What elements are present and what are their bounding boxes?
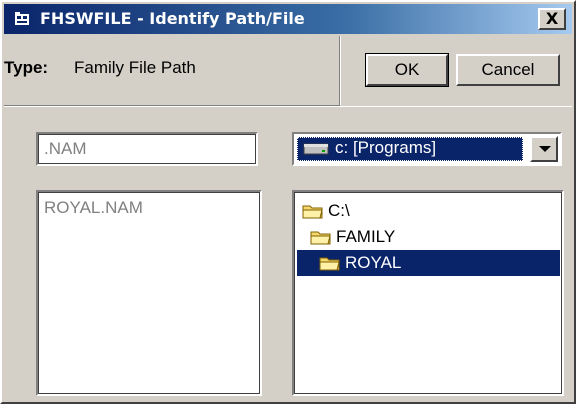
type-value: Family File Path	[74, 58, 196, 77]
file-list-item[interactable]: ROYAL.NAM	[44, 198, 143, 218]
header-row: Type: Family File Path OK Cancel	[4, 36, 572, 106]
identify-path-dialog: FHSWFILE - Identify Path/File X Type: Fa…	[0, 0, 576, 404]
cancel-button[interactable]: Cancel	[456, 54, 560, 86]
directory-item-family[interactable]: FAMILY	[308, 224, 428, 250]
file-list[interactable]: ROYAL.NAM	[36, 190, 262, 396]
window-title: FHSWFILE - Identify Path/File	[40, 9, 305, 28]
app-icon	[15, 12, 29, 25]
directory-label: C:\	[328, 201, 350, 220]
open-folder-icon	[319, 257, 340, 271]
type-label: Type:	[4, 58, 49, 77]
drive-selected-value[interactable]: c: [Programs]	[297, 137, 523, 161]
drive-dropdown-button[interactable]	[530, 136, 558, 162]
close-icon: X	[545, 9, 559, 28]
close-button[interactable]: X	[538, 8, 566, 30]
title-bar[interactable]: FHSWFILE - Identify Path/File X	[4, 4, 572, 34]
drive-label: c: [Programs]	[335, 138, 437, 157]
directory-label: ROYAL	[345, 253, 402, 272]
file-filter-input[interactable]: .NAM	[36, 132, 258, 166]
directory-item-royal[interactable]: ROYAL	[297, 250, 560, 276]
header-divider	[4, 106, 572, 107]
chevron-down-icon	[539, 146, 551, 152]
hard-drive-icon	[303, 143, 329, 155]
type-panel: Type: Family File Path	[4, 36, 341, 106]
open-folder-icon	[310, 231, 331, 245]
drive-select[interactable]: c: [Programs]	[292, 132, 562, 166]
directory-tree[interactable]: C:\ FAMILY ROYAL	[292, 190, 564, 396]
ok-button[interactable]: OK	[365, 53, 449, 87]
open-folder-icon	[302, 205, 323, 219]
directory-label: FAMILY	[336, 227, 396, 246]
directory-item-c-root[interactable]: C:\	[300, 198, 420, 224]
